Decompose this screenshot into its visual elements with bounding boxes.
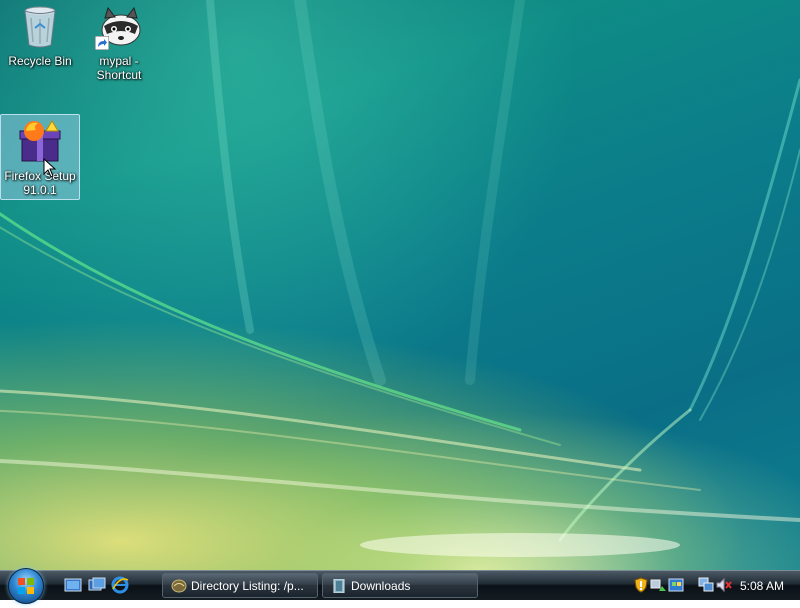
shortcut-arrow-icon (95, 36, 109, 50)
windows-orb-icon (18, 578, 34, 594)
icon-label-line1: Firefox Setup (4, 169, 76, 183)
taskbar-button-label: Directory Listing: /p... (191, 579, 304, 593)
taskbar-button-downloads[interactable]: Downloads (322, 573, 478, 598)
switch-windows-icon[interactable] (88, 576, 106, 594)
raccoon-icon (95, 2, 143, 50)
icon-label-line1: mypal - (99, 54, 139, 68)
windows-security-icon[interactable] (633, 577, 649, 593)
desktop[interactable]: Recycle Bin mypal - Shortcut Firefox Set… (0, 0, 800, 570)
icon-label-line2: Shortcut (96, 68, 142, 82)
desktop-icon-mypal-shortcut[interactable]: mypal - Shortcut (80, 2, 158, 84)
downloads-icon (333, 579, 345, 593)
desktop-icon-firefox-setup[interactable]: Firefox Setup 91.0.1 (0, 114, 80, 200)
network-connections-icon[interactable] (698, 577, 714, 593)
mouse-cursor-icon (43, 158, 57, 178)
start-button[interactable] (8, 568, 44, 604)
clock[interactable]: 5:08 AM (740, 571, 784, 601)
internet-explorer-icon[interactable] (111, 576, 129, 594)
taskbar-button-label: Downloads (351, 579, 411, 593)
network-icon[interactable] (650, 577, 666, 593)
desktop-icon-recycle-bin[interactable]: Recycle Bin (1, 2, 79, 70)
firefox-icon (171, 579, 187, 593)
taskbar-button-directory-listing[interactable]: Directory Listing: /p... (162, 573, 318, 598)
show-desktop-icon[interactable] (64, 576, 82, 594)
update-icon[interactable] (668, 577, 684, 593)
taskbar: Directory Listing: /p... Downloads 5:08 … (0, 568, 800, 604)
recycle-bin-icon (16, 2, 64, 50)
icon-label-line2: 91.0.1 (23, 183, 57, 197)
volume-muted-icon[interactable] (716, 577, 732, 593)
wallpaper-waves (0, 0, 800, 557)
icon-label: Recycle Bin (8, 54, 72, 68)
